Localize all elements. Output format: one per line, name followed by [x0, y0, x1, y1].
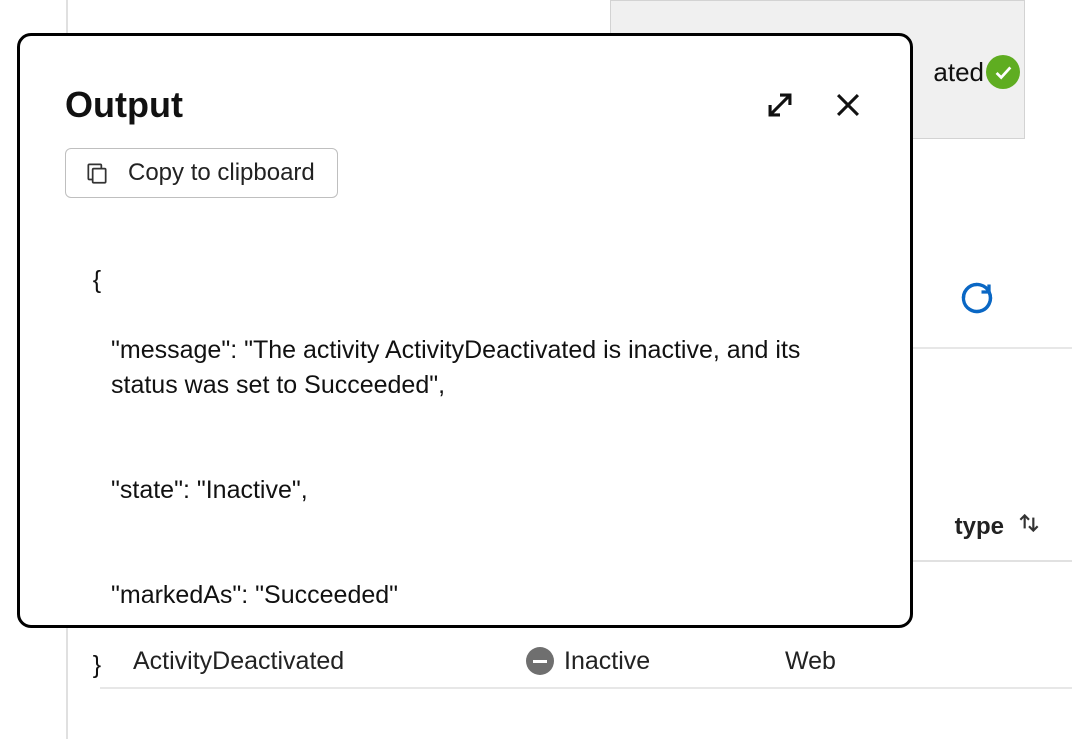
close-button[interactable] — [831, 88, 865, 122]
checkmark-icon — [986, 55, 1020, 89]
sort-icon — [1016, 510, 1042, 543]
copy-button-label: Copy to clipboard — [128, 159, 315, 187]
dialog-header: Output — [65, 84, 865, 126]
column-header-type[interactable]: type — [955, 510, 1042, 543]
json-open-brace: { — [93, 266, 101, 294]
dialog-actions — [763, 88, 865, 122]
json-line-state: "state": "Inactive", — [65, 473, 865, 508]
copy-icon — [84, 160, 110, 186]
validated-badge: ated — [933, 55, 1020, 89]
refresh-button[interactable] — [959, 280, 995, 316]
json-line-message: "message": "The activity ActivityDeactiv… — [65, 333, 865, 403]
expand-button[interactable] — [763, 88, 797, 122]
output-dialog: Output Copy to clipboard — [17, 33, 913, 628]
output-json: { "message": "The activity ActivityDeact… — [65, 228, 865, 718]
json-close-brace: } — [93, 651, 101, 679]
column-header-label: type — [955, 513, 1004, 541]
validated-badge-text: ated — [933, 57, 984, 88]
copy-to-clipboard-button[interactable]: Copy to clipboard — [65, 148, 338, 198]
dialog-title: Output — [65, 84, 183, 126]
json-line-markedas: "markedAs": "Succeeded" — [65, 578, 865, 613]
